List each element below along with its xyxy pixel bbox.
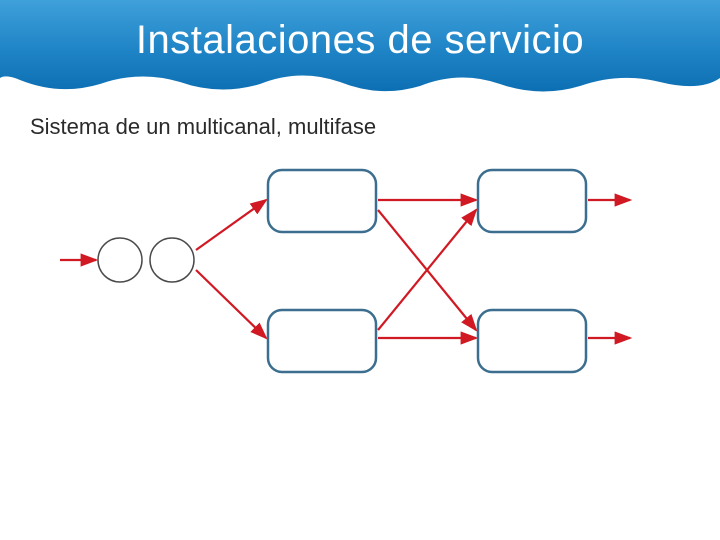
queue-circles <box>98 238 194 282</box>
service-box-phase1-bottom <box>268 310 376 372</box>
flow-arrows <box>60 200 630 338</box>
queue-circle <box>150 238 194 282</box>
service-box-phase1-top <box>268 170 376 232</box>
queue-circle <box>98 238 142 282</box>
arrow-queue-to-top <box>196 200 266 250</box>
slide-title: Instalaciones de servicio <box>0 18 720 63</box>
queueing-diagram <box>0 160 720 540</box>
service-box-phase2-bottom <box>478 310 586 372</box>
slide: Instalaciones de servicio Sistema de un … <box>0 0 720 540</box>
service-box-phase2-top <box>478 170 586 232</box>
slide-subtitle: Sistema de un multicanal, multifase <box>30 114 376 140</box>
arrow-queue-to-bottom <box>196 270 266 338</box>
